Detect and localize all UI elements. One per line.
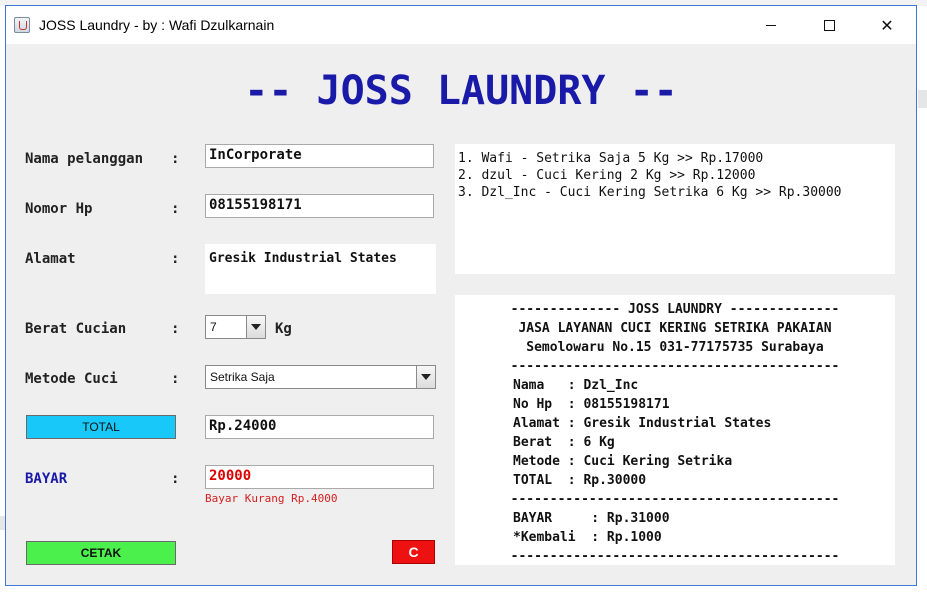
colon: : bbox=[171, 151, 180, 167]
total-button[interactable]: TOTAL bbox=[26, 415, 176, 439]
bayar-input[interactable]: 20000 bbox=[205, 465, 434, 489]
receipt-line: No Hp : 08155198171 bbox=[513, 397, 670, 412]
berat-value: 7 bbox=[210, 320, 217, 334]
bayar-warning: Bayar Kurang Rp.4000 bbox=[205, 492, 338, 505]
app-heading: -- JOSS LAUNDRY -- bbox=[244, 68, 678, 114]
minimize-icon bbox=[766, 24, 776, 26]
colon: : bbox=[171, 251, 180, 267]
history-list[interactable]: 1. Wafi - Setrika Saja 5 Kg >> Rp.17000 … bbox=[455, 144, 895, 274]
berat-unit: Kg bbox=[275, 321, 292, 337]
list-item: 3. Dzl_Inc - Cuci Kering Setrika 6 Kg >>… bbox=[458, 185, 842, 200]
bayar-label: BAYAR bbox=[25, 471, 68, 487]
java-cup-icon bbox=[14, 17, 30, 33]
nama-label: Nama pelanggan bbox=[25, 151, 144, 167]
metode-select[interactable]: Setrika Saja bbox=[205, 365, 436, 389]
close-icon: ✕ bbox=[880, 15, 894, 35]
receipt-payment-line: *Kembali : Rp.1000 bbox=[513, 530, 662, 545]
chevron-down-icon bbox=[251, 324, 261, 330]
receipt-address: Semolowaru No.15 031-77175735 Surabaya bbox=[526, 340, 824, 355]
chevron-down-icon bbox=[421, 374, 431, 380]
receipt-payment-line: BAYAR : Rp.31000 bbox=[513, 511, 670, 526]
receipt-line: Nama : Dzl_Inc bbox=[513, 378, 639, 393]
alamat-textarea[interactable]: Gresik Industrial States bbox=[205, 244, 436, 294]
cetak-button[interactable]: CETAK bbox=[26, 541, 176, 565]
receipt-line: Alamat : Gresik Industrial States bbox=[513, 416, 772, 431]
metode-label: Metode Cuci bbox=[25, 371, 118, 387]
receipt-line: Berat : 6 Kg bbox=[513, 435, 615, 450]
colon: : bbox=[171, 201, 180, 217]
clear-button[interactable]: C bbox=[392, 540, 435, 564]
window-title: JOSS Laundry - by : Wafi Dzulkarnain bbox=[39, 17, 275, 33]
background-edge bbox=[918, 90, 927, 108]
minimize-button[interactable] bbox=[742, 6, 800, 44]
receipt-divider: ----------------------------------------… bbox=[510, 359, 840, 374]
metode-value: Setrika Saja bbox=[210, 370, 275, 384]
hp-input[interactable]: 08155198171 bbox=[205, 194, 434, 218]
hp-label: Nomor Hp bbox=[25, 201, 93, 217]
maximize-icon bbox=[823, 19, 835, 31]
berat-select[interactable]: 7 bbox=[205, 315, 266, 339]
receipt-divider: ----------------------------------------… bbox=[510, 549, 840, 564]
receipt-divider: ----------------------------------------… bbox=[510, 492, 840, 507]
colon: : bbox=[171, 471, 180, 487]
receipt-line: Metode : Cuci Kering Setrika bbox=[513, 454, 733, 469]
receipt-tagline: JASA LAYANAN CUCI KERING SETRIKA PAKAIAN bbox=[518, 321, 832, 336]
dropdown-arrow[interactable] bbox=[416, 366, 435, 388]
receipt-header: -------------- JOSS LAUNDRY ------------… bbox=[510, 302, 840, 317]
title-bar[interactable]: JOSS Laundry - by : Wafi Dzulkarnain ✕ bbox=[6, 6, 916, 44]
dropdown-arrow[interactable] bbox=[246, 316, 265, 338]
colon: : bbox=[171, 371, 180, 387]
list-item: 1. Wafi - Setrika Saja 5 Kg >> Rp.17000 bbox=[458, 151, 764, 166]
list-item: 2. dzul - Cuci Kering 2 Kg >> Rp.12000 bbox=[458, 168, 756, 183]
nama-input[interactable]: InCorporate bbox=[205, 144, 434, 168]
colon: : bbox=[171, 321, 180, 337]
maximize-button[interactable] bbox=[800, 6, 858, 44]
close-button[interactable]: ✕ bbox=[858, 6, 916, 44]
berat-label: Berat Cucian bbox=[25, 321, 127, 337]
app-window: JOSS Laundry - by : Wafi Dzulkarnain ✕ -… bbox=[5, 5, 917, 586]
alamat-label: Alamat bbox=[25, 251, 76, 267]
receipt-panel[interactable]: -------------- JOSS LAUNDRY ------------… bbox=[455, 295, 895, 565]
receipt-line: TOTAL : Rp.30000 bbox=[513, 473, 647, 488]
total-field[interactable]: Rp.24000 bbox=[205, 415, 434, 439]
